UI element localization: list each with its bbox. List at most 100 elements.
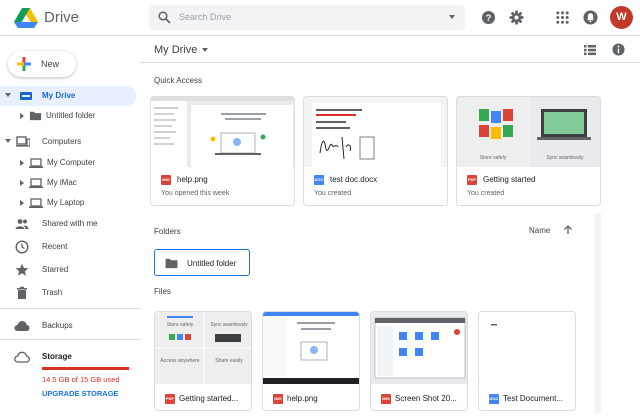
sidebar-item-my-computer[interactable]: My Computer — [0, 153, 136, 173]
files-title: Files — [154, 287, 171, 296]
search-options-icon[interactable] — [449, 15, 455, 19]
screenshot-preview — [263, 312, 359, 384]
help-icon[interactable]: ? — [481, 10, 496, 25]
scrollbar[interactable] — [595, 213, 601, 413]
thumb-caption: Share easily — [215, 358, 243, 364]
file-name: Getting started... — [179, 394, 239, 403]
sidebar-label: Backups — [42, 321, 73, 330]
avatar[interactable]: W — [610, 6, 633, 29]
pdf-preview: Store safely Sync seamlessly — [457, 97, 600, 167]
computers-icon — [16, 136, 30, 147]
trash-icon — [17, 286, 27, 299]
sidebar-label: Starred — [42, 265, 69, 274]
main-content: My Drive Quick Access IMG help.png You o… — [140, 36, 640, 416]
thumb-caption: Store safely — [167, 322, 194, 328]
file-name: help.png — [287, 394, 318, 403]
cloud-outline-icon — [14, 351, 30, 363]
file-activity: You opened this week — [161, 190, 230, 197]
svg-text:?: ? — [486, 13, 492, 23]
sidebar-item-starred[interactable]: Starred — [0, 260, 136, 280]
storage-progress-bar — [42, 367, 132, 370]
sidebar-item-trash[interactable]: Trash — [0, 283, 136, 303]
file-thumbnail — [263, 312, 359, 384]
sidebar-label: My Laptop — [47, 198, 85, 207]
list-view-icon[interactable] — [584, 44, 596, 56]
sidebar-item-storage[interactable]: Storage — [0, 347, 136, 367]
laptop-icon — [29, 198, 43, 208]
quick-access-card[interactable]: Store safely Sync seamlessly PDF Getting… — [456, 96, 601, 206]
expand-caret-icon[interactable] — [20, 200, 24, 206]
sidebar-label: My iMac — [47, 178, 77, 187]
expand-caret-icon[interactable] — [20, 180, 24, 186]
expand-caret-icon[interactable] — [20, 113, 24, 119]
file-thumbnail: Store safely Sync seamlessly — [457, 97, 600, 167]
pdf-preview: Store safely Sync seamlessly Access anyw… — [155, 312, 251, 384]
sidebar-item-untitled-folder[interactable]: Untitled folder — [0, 106, 136, 126]
image-file-icon: IMG — [273, 394, 283, 404]
sidebar-item-shared-with-me[interactable]: Shared with me — [0, 214, 136, 234]
sidebar-label: Shared with me — [42, 219, 98, 228]
cloud-icon — [14, 321, 30, 331]
image-file-icon: IMG — [381, 394, 391, 404]
upgrade-storage-link[interactable]: UPGRADE STORAGE — [42, 389, 119, 398]
sidebar-label: Recent — [42, 242, 68, 251]
sort-arrow-up-icon[interactable] — [563, 225, 573, 235]
laptop-icon — [29, 158, 43, 168]
header-divider — [140, 62, 640, 63]
quick-access-card[interactable]: IMG help.png You opened this week — [150, 96, 295, 206]
expand-caret-icon[interactable] — [5, 139, 11, 143]
breadcrumb-dropdown-icon[interactable] — [202, 48, 208, 52]
sidebar-label: Storage — [42, 352, 72, 361]
drive-logo-icon[interactable] — [14, 8, 38, 28]
folders-title: Folders — [154, 227, 181, 236]
storage-progress-fill — [42, 367, 130, 370]
sidebar-label: Computers — [42, 137, 82, 146]
file-name: test doc.docx — [330, 175, 378, 184]
app-title[interactable]: Drive — [44, 9, 79, 26]
doc-file-icon: DOC — [489, 394, 499, 404]
expand-caret-icon[interactable] — [5, 93, 11, 97]
new-button[interactable]: New — [8, 51, 76, 77]
sidebar-item-my-drive[interactable]: My Drive — [0, 86, 136, 106]
settings-icon[interactable] — [509, 10, 524, 25]
expand-caret-icon[interactable] — [20, 160, 24, 166]
file-thumbnail — [151, 97, 294, 167]
sidebar-item-recent[interactable]: Recent — [0, 237, 136, 257]
apps-grid-icon[interactable] — [555, 10, 570, 25]
screenshot-preview — [371, 312, 467, 384]
search-box[interactable]: Search Drive — [149, 5, 465, 30]
file-card[interactable]: Store safely Sync seamlessly Access anyw… — [154, 311, 252, 411]
sidebar-item-my-imac[interactable]: My iMac — [0, 173, 136, 193]
file-card[interactable]: DOC Test Document... — [478, 311, 576, 411]
file-activity: You created — [467, 190, 505, 197]
storage-used-text: 14.5 GB of 15 GB used — [42, 375, 120, 384]
folder-icon — [165, 258, 178, 269]
sidebar-item-my-laptop[interactable]: My Laptop — [0, 193, 136, 213]
info-icon[interactable] — [612, 43, 625, 56]
sort-by-name[interactable]: Name — [529, 226, 550, 235]
quick-access-card[interactable]: DOC test doc.docx You created — [303, 96, 448, 206]
search-input[interactable]: Search Drive — [179, 12, 231, 22]
folder-item[interactable]: Untitled folder — [154, 249, 250, 276]
plus-icon — [17, 57, 31, 71]
thumb-caption: Store safely — [480, 155, 507, 161]
sidebar-item-backups[interactable]: Backups — [0, 316, 136, 336]
sidebar-divider — [0, 308, 140, 309]
search-icon[interactable] — [158, 11, 171, 24]
screenshot-preview — [151, 97, 294, 167]
file-card[interactable]: IMG help.png — [262, 311, 360, 411]
thumb-caption: Sync seamlessly — [546, 155, 584, 161]
folder-name: Untitled folder — [187, 259, 237, 268]
thumb-caption: Access anywhere — [160, 358, 199, 364]
sidebar-label: Untitled folder — [46, 111, 96, 120]
sidebar-label: My Drive — [42, 91, 76, 100]
sidebar-label: Trash — [42, 288, 63, 297]
breadcrumb[interactable]: My Drive — [154, 44, 197, 56]
notifications-icon[interactable] — [583, 10, 598, 25]
doc-file-icon: DOC — [314, 175, 324, 185]
top-bar: Drive Search Drive ? W — [0, 0, 640, 36]
pdf-file-icon: PDF — [467, 175, 477, 185]
file-card[interactable]: IMG Screen Shot 20... — [370, 311, 468, 411]
file-thumbnail: Store safely Sync seamlessly Access anyw… — [155, 312, 251, 384]
sidebar-item-computers[interactable]: Computers — [0, 132, 136, 152]
